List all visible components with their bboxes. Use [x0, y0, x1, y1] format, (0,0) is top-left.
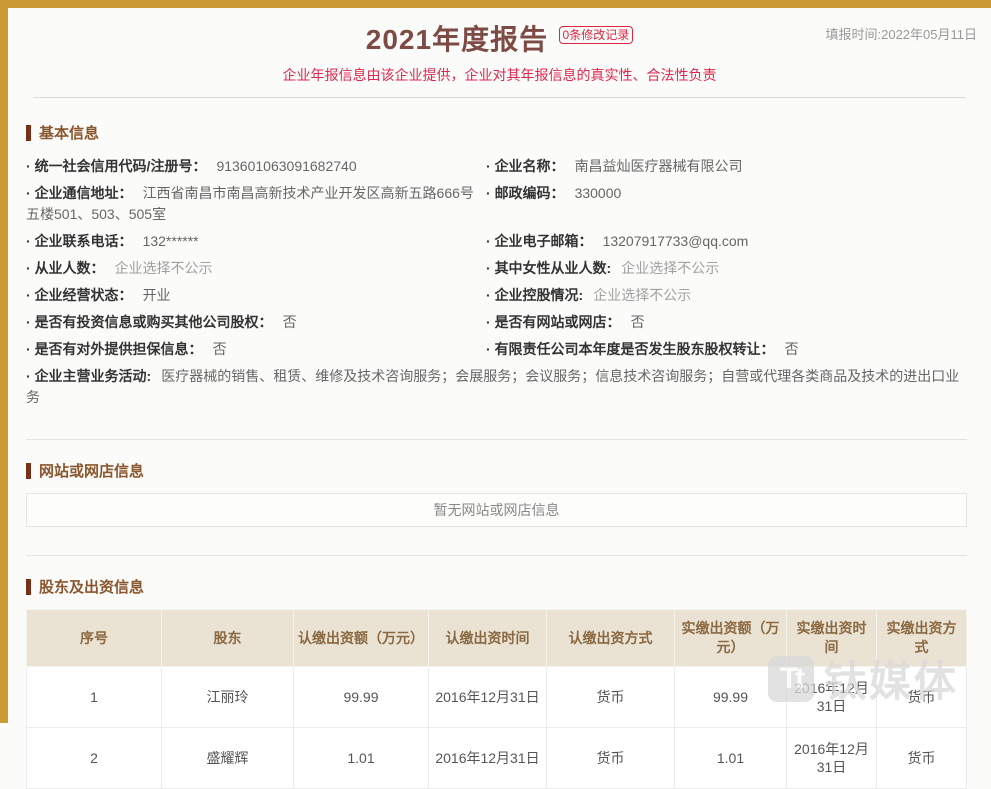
report-header: 填报时间:2022年05月11日 2021年度报告 0条修改记录 企业年报信息由… — [8, 8, 991, 98]
section-shareholder-info: 股东及出资信息 序号股东认缴出资额（万元）认缴出资时间认缴出资方式实缴出资额（万… — [26, 555, 967, 789]
section-marker-icon — [26, 579, 31, 595]
cell-paid-amount: 1.01 — [675, 728, 787, 789]
field-value: 开业 — [143, 287, 171, 303]
field-value: 企业选择不公示 — [621, 260, 719, 276]
section-marker-icon — [26, 463, 31, 479]
info-field: 企业经营状态： 开业 — [26, 282, 486, 309]
cell-shareholder: 盛耀辉 — [162, 728, 294, 789]
cell-paid-date: 2016年12月31日 — [787, 667, 877, 728]
info-field: 企业通信地址：江西省南昌市南昌高新技术产业开发区高新五路666号五楼501、50… — [26, 180, 486, 228]
field-value: 否 — [283, 314, 297, 330]
field-label: 企业名称： — [486, 158, 565, 174]
field-label: 统一社会信用代码/注册号： — [26, 158, 206, 174]
table-column-header: 认缴出资方式 — [547, 610, 675, 667]
report-body: 基本信息 统一社会信用代码/注册号： 913601063091682740 企业名… — [8, 98, 991, 789]
info-field: 是否有投资信息或购买其他公司股权： 否 — [26, 309, 486, 336]
table-column-header: 认缴出资时间 — [429, 610, 547, 667]
page-title: 2021年度报告 — [366, 24, 548, 55]
field-value: 13207917733@qq.com — [603, 233, 749, 249]
field-value: 132****** — [143, 233, 199, 249]
field-value: 913601063091682740 — [216, 158, 356, 174]
info-field: 有限责任公司本年度是否发生股东股权转让： 否 — [486, 336, 967, 363]
cell-paid-method: 货币 — [877, 728, 967, 789]
cell-subscribed-method: 货币 — [547, 667, 675, 728]
modification-records-badge[interactable]: 0条修改记录 — [559, 26, 634, 44]
table-row: 1 江丽玲 99.99 2016年12月31日 货币 99.99 2016年12… — [27, 667, 967, 728]
table-column-header: 股东 — [162, 610, 294, 667]
info-field: 企业控股情况: 企业选择不公示 — [486, 282, 967, 309]
cell-paid-date: 2016年12月31日 — [787, 728, 877, 789]
cell-subscribed-amount: 1.01 — [294, 728, 429, 789]
field-label: 企业经营状态： — [26, 287, 133, 303]
info-field: 邮政编码： 330000 — [486, 180, 967, 207]
field-value: 医疗器械的销售、租赁、维修及技术咨询服务；会展服务；会议服务；信息技术咨询服务；… — [26, 368, 959, 405]
section-title-label: 基本信息 — [39, 122, 99, 143]
field-value: 否 — [785, 341, 799, 357]
field-label: 企业电子邮箱： — [486, 233, 593, 249]
field-label: 是否有对外提供担保信息： — [26, 341, 203, 357]
shareholder-table-head: 序号股东认缴出资额（万元）认缴出资时间认缴出资方式实缴出资额（万元）实缴出资时间… — [27, 610, 967, 667]
field-value: 南昌益灿医疗器械有限公司 — [575, 158, 743, 174]
field-label: 企业联系电话： — [26, 233, 133, 249]
field-label: 邮政编码： — [486, 185, 565, 201]
cell-index: 2 — [27, 728, 162, 789]
field-value: 否 — [213, 341, 227, 357]
basic-info-title: 基本信息 — [26, 122, 967, 143]
cell-subscribed-method: 货币 — [547, 728, 675, 789]
info-field: 是否有网站或网店： 否 — [486, 309, 967, 336]
shareholder-table-body: 1 江丽玲 99.99 2016年12月31日 货币 99.99 2016年12… — [27, 667, 967, 789]
cell-paid-method: 货币 — [877, 667, 967, 728]
cell-index: 1 — [27, 667, 162, 728]
website-empty-message: 暂无网站或网店信息 — [26, 493, 967, 527]
info-field: 是否有对外提供担保信息： 否 — [26, 336, 486, 363]
section-basic-info: 基本信息 统一社会信用代码/注册号： 913601063091682740 企业名… — [26, 98, 967, 411]
header-divider — [33, 97, 966, 98]
table-column-header: 实缴出资时间 — [787, 610, 877, 667]
table-column-header: 实缴出资额（万元） — [675, 610, 787, 667]
table-column-header: 认缴出资额（万元） — [294, 610, 429, 667]
info-field: 企业名称： 南昌益灿医疗器械有限公司 — [486, 153, 967, 180]
cell-shareholder: 江丽玲 — [162, 667, 294, 728]
info-field: 统一社会信用代码/注册号： 913601063091682740 — [26, 153, 486, 180]
field-label: 是否有网站或网店： — [486, 314, 621, 330]
cell-subscribed-date: 2016年12月31日 — [429, 667, 547, 728]
cell-subscribed-amount: 99.99 — [294, 667, 429, 728]
field-label: 企业控股情况: — [486, 287, 583, 303]
field-value: 否 — [631, 314, 645, 330]
shareholder-table: 序号股东认缴出资额（万元）认缴出资时间认缴出资方式实缴出资额（万元）实缴出资时间… — [26, 609, 967, 789]
field-label: 从业人数： — [26, 260, 105, 276]
table-column-header: 序号 — [27, 610, 162, 667]
field-label: 有限责任公司本年度是否发生股东股权转让： — [486, 341, 775, 357]
info-field: 企业联系电话： 132****** — [26, 228, 486, 255]
fill-time: 填报时间:2022年05月11日 — [826, 24, 978, 43]
field-label: 其中女性从业人数: — [486, 260, 611, 276]
field-label: 企业主营业务活动: — [26, 368, 151, 384]
field-label: 是否有投资信息或购买其他公司股权： — [26, 314, 273, 330]
disclaimer-text: 企业年报信息由该企业提供，企业对其年报信息的真实性、合法性负责 — [8, 65, 991, 85]
section-title-label: 网站或网店信息 — [39, 460, 144, 481]
basic-info-fields: 统一社会信用代码/注册号： 913601063091682740 企业名称： 南昌益… — [26, 153, 967, 411]
info-field: 企业电子邮箱： 13207917733@qq.com — [486, 228, 967, 255]
field-value: 企业选择不公示 — [593, 287, 691, 303]
shareholder-info-title: 股东及出资信息 — [26, 576, 967, 597]
website-info-title: 网站或网店信息 — [26, 460, 967, 481]
cell-paid-amount: 99.99 — [675, 667, 787, 728]
cell-subscribed-date: 2016年12月31日 — [429, 728, 547, 789]
info-field: 企业主营业务活动:医疗器械的销售、租赁、维修及技术咨询服务；会展服务；会议服务；… — [26, 363, 967, 411]
table-column-header: 实缴出资方式 — [877, 610, 967, 667]
info-field: 其中女性从业人数: 企业选择不公示 — [486, 255, 967, 282]
field-label: 企业通信地址： — [26, 185, 133, 201]
field-value: 330000 — [575, 185, 622, 201]
section-title-label: 股东及出资信息 — [39, 576, 144, 597]
annual-report-page: { "page": { "fill_time": "填报时间:2022年05月1… — [0, 0, 991, 723]
field-value: 企业选择不公示 — [115, 260, 213, 276]
section-marker-icon — [26, 125, 31, 141]
title-row: 2021年度报告 0条修改记录 — [366, 24, 633, 61]
table-row: 2 盛耀辉 1.01 2016年12月31日 货币 1.01 2016年12月3… — [27, 728, 967, 789]
info-field: 从业人数： 企业选择不公示 — [26, 255, 486, 282]
section-website-info: 网站或网店信息 暂无网站或网店信息 — [26, 439, 967, 527]
